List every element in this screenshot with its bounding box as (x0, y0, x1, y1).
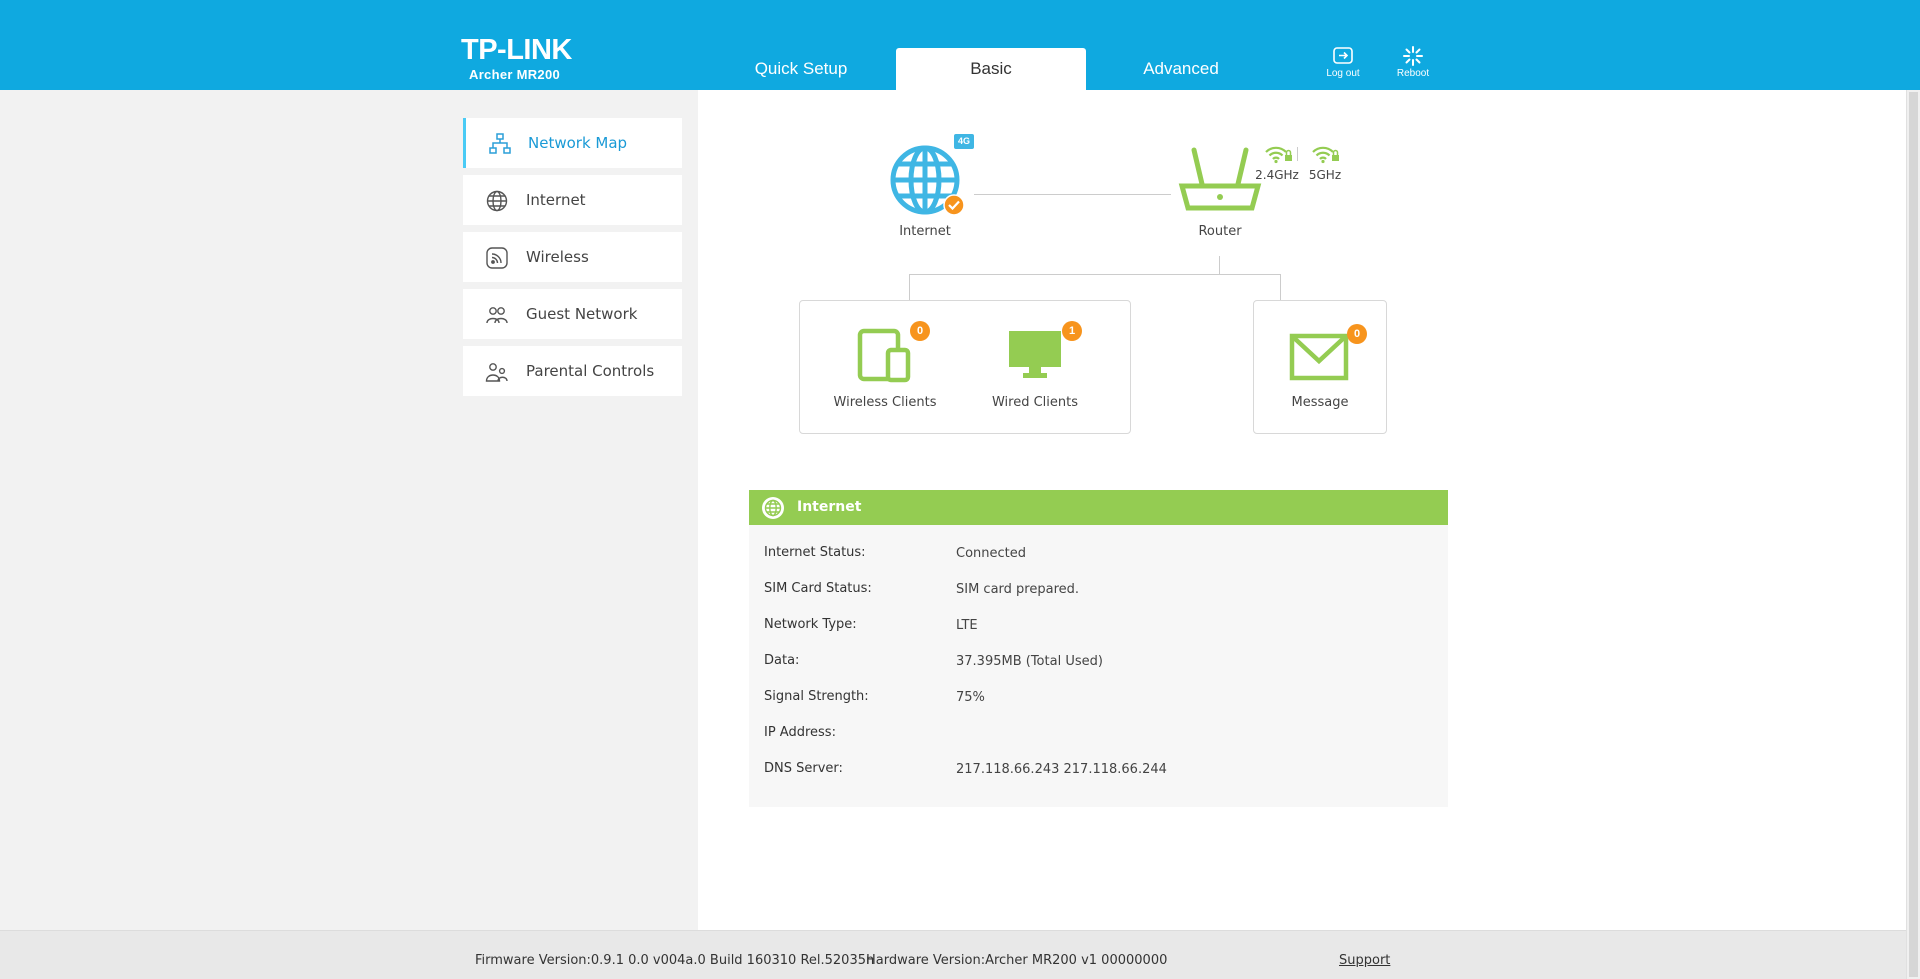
sidebar-item-wireless[interactable]: Wireless (463, 232, 682, 282)
brand-model: Archer MR200 (469, 67, 561, 82)
wireless-icon (486, 247, 508, 269)
message-count: 0 (1347, 324, 1367, 344)
globe-icon (762, 497, 784, 519)
network-map-icon (489, 133, 511, 154)
internet-panel-title: Internet (797, 499, 862, 515)
info-value: SIM card prepared. (956, 582, 1080, 597)
branch-left-line (909, 274, 910, 301)
info-key: Internet Status: (764, 545, 866, 560)
router-label: Router (1198, 224, 1242, 239)
internet-node[interactable]: 4G Internet (885, 134, 974, 244)
hardware-version: Hardware Version:Archer MR200 v1 0000000… (866, 953, 1168, 968)
sidebar-item-guest-network[interactable]: Guest Network (463, 289, 682, 339)
wireless-clients-label: Wireless Clients (833, 395, 937, 410)
envelope-icon (1289, 333, 1349, 381)
wireless-clients-node[interactable]: 0 Wireless Clients (830, 320, 940, 415)
info-key: Data: (764, 653, 800, 668)
branch-line (909, 274, 1280, 275)
tab-quick-setup[interactable]: Quick Setup (706, 48, 896, 90)
wired-clients-node[interactable]: 1 Wired Clients (985, 320, 1085, 415)
logout-icon (1333, 47, 1353, 64)
message-box[interactable]: 0 Message (1253, 300, 1387, 434)
logout-button[interactable]: Log out (1318, 46, 1368, 79)
info-key: Signal Strength: (764, 689, 869, 704)
band-5-label: 5GHz (1308, 168, 1342, 182)
monitor-icon (1009, 331, 1061, 378)
info-row-dns-server: DNS Server: 217.118.66.243 217.118.66.24… (749, 761, 1448, 797)
info-key: Network Type: (764, 617, 857, 632)
sidebar-item-label: Wireless (526, 248, 589, 266)
message-label: Message (1291, 395, 1349, 410)
sidebar-item-parental-controls[interactable]: Parental Controls (463, 346, 682, 396)
devices-icon (857, 328, 911, 383)
info-key: IP Address: (764, 725, 836, 740)
sidebar-item-network-map[interactable]: Network Map (463, 118, 682, 168)
sidebar-item-label: Network Map (528, 134, 628, 152)
band-24ghz[interactable]: 2.4GHz (1254, 144, 1300, 184)
guest-icon (486, 307, 508, 324)
info-value: 217.118.66.243 217.118.66.244 (956, 762, 1167, 777)
internet-panel-header: Internet (749, 490, 1448, 525)
sidebar-item-label: Parental Controls (526, 362, 655, 380)
brand-logo[interactable]: TP-LINK Archer MR200 (461, 34, 572, 83)
scrollbar[interactable] (1906, 90, 1920, 979)
internet-router-line (974, 194, 1171, 195)
wifi-lock-icon (1312, 146, 1339, 164)
info-row-sim-status: SIM Card Status: SIM card prepared. (749, 581, 1448, 617)
reboot-button[interactable]: Reboot (1388, 46, 1438, 79)
wifi-lock-icon (1265, 146, 1292, 164)
logout-label: Log out (1326, 68, 1360, 79)
internet-label: Internet (899, 224, 951, 239)
sidebar-item-label: Internet (526, 191, 586, 209)
sidebar-item-internet[interactable]: Internet (463, 175, 682, 225)
support-link[interactable]: Support (1339, 953, 1390, 968)
info-key: SIM Card Status: (764, 581, 872, 596)
brand-name: TP-LINK (461, 34, 572, 66)
wired-clients-count: 1 (1062, 321, 1082, 341)
sidebar-item-label: Guest Network (526, 305, 638, 323)
branch-right-line (1280, 274, 1281, 301)
info-row-data: Data: 37.395MB (Total Used) (749, 653, 1448, 689)
info-row-network-type: Network Type: LTE (749, 617, 1448, 653)
info-key: DNS Server: (764, 761, 843, 776)
internet-panel-body: Internet Status: Connected SIM Card Stat… (749, 525, 1448, 807)
info-row-internet-status: Internet Status: Connected (749, 545, 1448, 581)
info-value: 75% (956, 690, 985, 705)
band-24-label: 2.4GHz (1255, 168, 1299, 182)
band-divider (1297, 147, 1298, 161)
wired-clients-label: Wired Clients (991, 395, 1079, 410)
reboot-icon (1403, 46, 1423, 66)
tab-basic[interactable]: Basic (896, 48, 1086, 90)
header: TP-LINK Archer MR200 Quick Setup Basic A… (0, 0, 1920, 90)
parental-icon (485, 363, 508, 382)
footer: Firmware Version:0.9.1 0.0 v004a.0 Build… (0, 930, 1906, 979)
info-value: Connected (956, 546, 1027, 561)
firmware-version: Firmware Version:0.9.1 0.0 v004a.0 Build… (475, 953, 875, 968)
4g-badge: 4G (954, 134, 974, 149)
tab-advanced[interactable]: Advanced (1086, 48, 1276, 90)
info-value: LTE (956, 618, 978, 633)
scrollbar-thumb[interactable] (1909, 92, 1918, 977)
wireless-clients-count: 0 (910, 321, 930, 341)
reboot-label: Reboot (1396, 68, 1430, 79)
info-value: 37.395MB (Total Used) (956, 654, 1103, 669)
info-row-ip-address: IP Address: (749, 725, 1448, 761)
band-5ghz[interactable]: 5GHz (1303, 144, 1347, 184)
check-icon (943, 194, 965, 216)
router-down-line (1219, 256, 1220, 274)
info-row-signal-strength: Signal Strength: 75% (749, 689, 1448, 725)
globe-icon (486, 190, 508, 212)
